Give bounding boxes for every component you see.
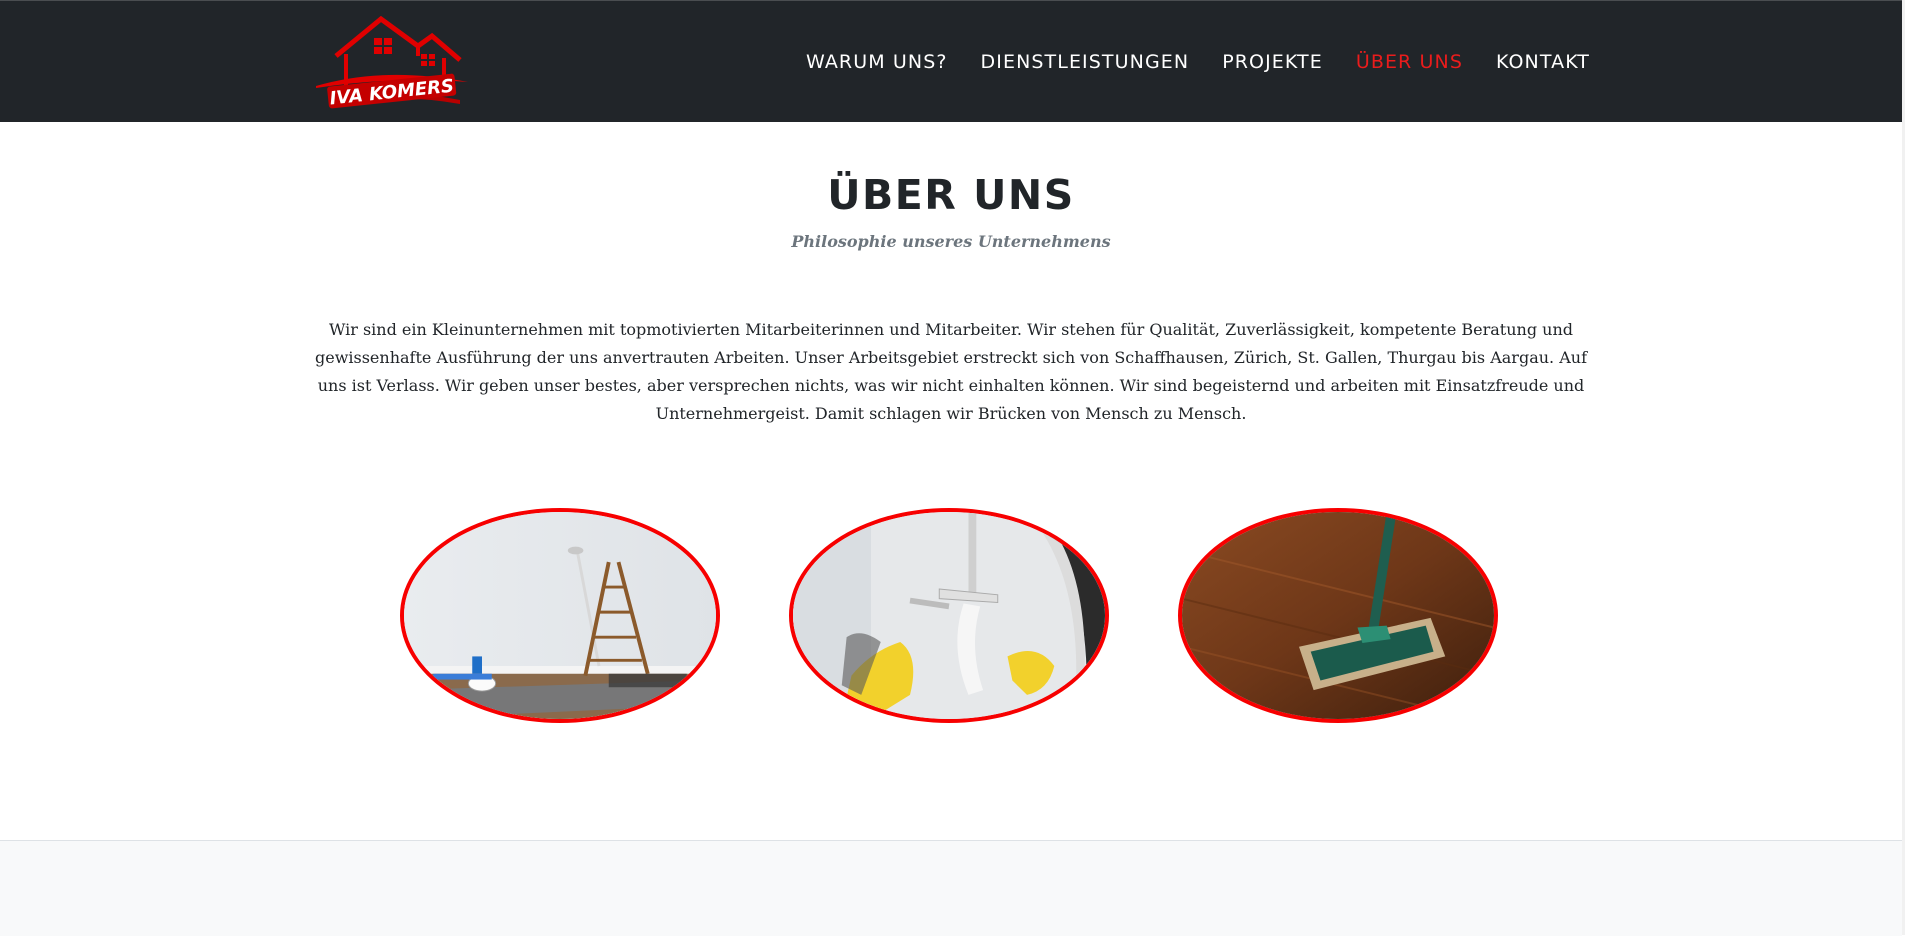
floor-mop-photo	[1182, 512, 1494, 719]
nav-item-dienstleistungen: Dienstleistungen	[981, 50, 1190, 74]
nav-link-dienstleistungen[interactable]: Dienstleistungen	[981, 50, 1190, 74]
about-section: Über uns Philosophie unseres Unternehmen…	[0, 122, 1902, 840]
oval-image-floor-mop	[1178, 508, 1498, 723]
nav-link-warum-uns[interactable]: Warum uns?	[806, 50, 948, 74]
nav-link-projekte[interactable]: Projekte	[1222, 50, 1323, 74]
oval-image-painting	[400, 508, 720, 723]
nav-link-ueber-uns[interactable]: Über uns	[1356, 50, 1463, 74]
nav-item-kontakt: Kontakt	[1496, 50, 1590, 74]
section-title: Über uns	[827, 171, 1075, 219]
section-subtitle: Philosophie unseres Unternehmens	[791, 232, 1111, 251]
about-text: Wir sind ein Kleinunternehmen mit topmot…	[314, 320, 1587, 423]
nav-item-projekte: Projekte	[1222, 50, 1323, 74]
nav-item-ueber-uns: Über uns	[1356, 50, 1463, 74]
painting-ladder-photo	[404, 512, 716, 719]
main-nav: Warum uns? Dienstleistungen Projekte Übe…	[806, 50, 1590, 74]
navbar: IVA KOMERS Warum uns? Dienstleistungen P…	[0, 0, 1902, 122]
image-row	[0, 508, 1902, 732]
house-roof-logo-icon: IVA KOMERS	[316, 16, 468, 109]
brand-logo[interactable]: IVA KOMERS	[314, 16, 470, 110]
window-cleaning-photo	[793, 512, 1105, 719]
footer-area	[0, 840, 1902, 936]
nav-link-kontakt[interactable]: Kontakt	[1496, 50, 1590, 74]
oval-image-window-cleaning	[789, 508, 1109, 723]
nav-item-warum-uns: Warum uns?	[806, 50, 948, 74]
